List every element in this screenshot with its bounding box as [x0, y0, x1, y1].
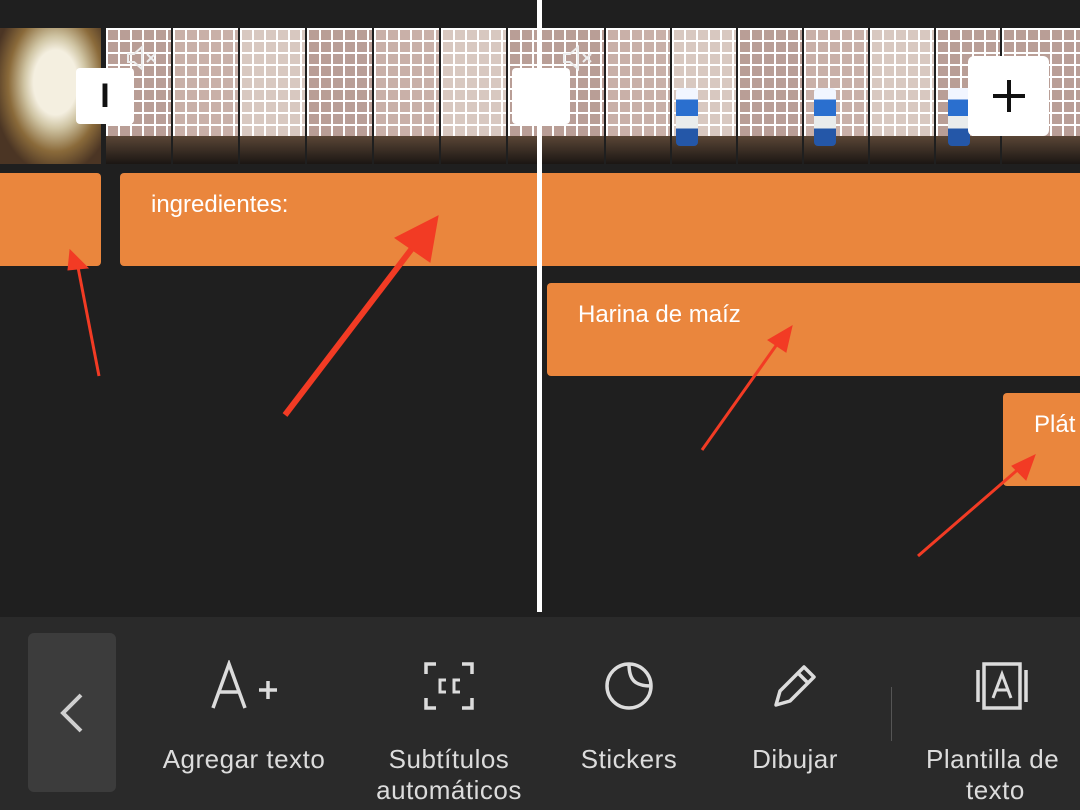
video-frame: [173, 28, 238, 164]
video-frame: [738, 28, 802, 164]
tool-label: Dibujar: [752, 744, 838, 774]
stickers-button[interactable]: Stickers: [566, 657, 692, 775]
tool-label: Stickers: [580, 744, 678, 774]
auto-subtitles-button[interactable]: Subtítulos automáticos: [358, 657, 540, 806]
video-frame: [240, 28, 305, 164]
video-clip-thumbnails-kitchen[interactable]: [106, 28, 540, 164]
text-template-icon: [976, 662, 1028, 710]
add-text-button[interactable]: Agregar texto: [146, 657, 342, 775]
video-frame: [441, 28, 506, 164]
text-clip[interactable]: [540, 173, 1080, 266]
product-bag: [814, 88, 836, 146]
text-clip[interactable]: [0, 173, 101, 266]
closed-captions-icon: [424, 662, 474, 710]
text-clip[interactable]: Plát: [1003, 393, 1080, 486]
text-template-button[interactable]: Plantilla de texto: [922, 657, 1080, 806]
text-add-icon: [211, 660, 277, 709]
product-bag: [676, 88, 698, 146]
text-clip-label: Plát: [1034, 411, 1076, 438]
chevron-left-icon: [60, 693, 83, 732]
video-frame: [307, 28, 372, 164]
bottom-toolbar: Agregar texto Subtítulos automáticos Sti…: [0, 617, 1080, 810]
text-clip-label: ingredientes:: [151, 191, 289, 218]
plus-icon: [992, 80, 1025, 112]
text-clip-label: Harina de maíz: [578, 301, 741, 328]
toolbar-divider: [891, 687, 892, 741]
text-clip[interactable]: ingredientes:: [120, 173, 550, 266]
video-clip-thumbnails-product[interactable]: [540, 28, 1000, 164]
video-frame: [870, 28, 934, 164]
playhead[interactable]: [537, 0, 542, 612]
tool-label: texto: [966, 775, 1025, 805]
timeline-area[interactable]: I ingredientes: Harina de maíz Plát: [0, 0, 1080, 615]
sticker-icon: [605, 662, 653, 710]
tool-label: Agregar texto: [162, 744, 326, 774]
tool-label: Plantilla de: [926, 744, 1060, 774]
text-clip[interactable]: Harina de maíz: [547, 283, 1080, 376]
video-frame: [606, 28, 696, 164]
add-clip-button[interactable]: [968, 56, 1049, 136]
tool-label: Subtítulos: [388, 744, 510, 774]
pencil-icon: [774, 665, 816, 707]
tool-label: automáticos: [376, 775, 522, 805]
product-bag: [948, 88, 970, 146]
clip-trim-handle[interactable]: I: [76, 68, 134, 124]
back-button[interactable]: [28, 633, 116, 792]
video-frame: [374, 28, 439, 164]
draw-button[interactable]: Dibujar: [738, 657, 852, 775]
